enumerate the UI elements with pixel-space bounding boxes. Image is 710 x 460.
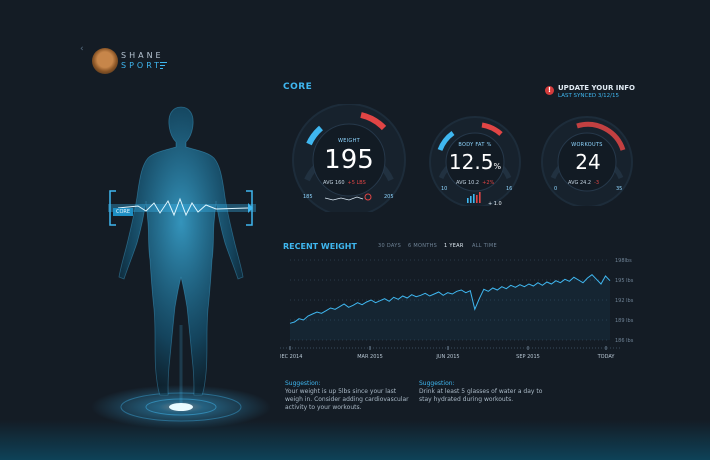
x-tick-label: JUN 2015	[435, 354, 459, 360]
y-tick-label: 192 lbs	[615, 298, 634, 304]
workouts-label: WORKOUTS	[571, 142, 603, 148]
tab-1-year[interactable]: 1 YEAR	[444, 243, 464, 249]
bear-avatar-logo[interactable]	[92, 48, 118, 74]
body-fat-max: 16	[506, 186, 513, 192]
body-fat-min: 10	[441, 186, 448, 192]
body-fat-value: 12.5%	[448, 150, 502, 174]
x-tick-label: MAR 2015	[357, 354, 383, 360]
body-fat-avg: AVG 10.2 +2%	[456, 180, 495, 186]
body-hologram	[91, 106, 271, 429]
tab-30-days[interactable]: 30 DAYS	[378, 243, 401, 249]
y-tick-label: 195 lbs	[615, 278, 634, 284]
back-chevron-icon[interactable]: ‹	[80, 44, 84, 54]
update-info-link[interactable]: UPDATE YOUR INFO	[558, 84, 635, 92]
suggestion-text-1: Your weight is up 5lbs since your last w…	[285, 388, 409, 411]
weight-avg: AVG 160 +5 LBS	[323, 180, 366, 186]
y-tick-label: 189 lbs	[615, 318, 634, 324]
weight-min: 185	[303, 194, 313, 200]
workouts-avg: AVG 24.2 -3	[568, 180, 600, 186]
suggestion-text-2: Drink at least 5 glasses of water a day …	[419, 388, 543, 403]
suggestion-title-2: Suggestion:	[419, 380, 455, 387]
y-tick-label: 186 lbs	[615, 338, 634, 344]
x-tick-label: DEC 2014	[280, 354, 302, 360]
brand-name-line2: SPORT	[121, 61, 163, 70]
y-tick-label: 198lbs	[615, 258, 632, 264]
x-tick-label: SEP 2015	[516, 354, 540, 360]
alert-icon[interactable]: !	[545, 86, 554, 95]
x-tick-label: TODAY	[597, 354, 616, 360]
body-fat-label: BODY FAT %	[458, 142, 492, 148]
recent-weight-chart: 198lbs 195 lbs 192 lbs 189 lbs 186 lbs DEC 20…	[280, 258, 634, 360]
menu-icon[interactable]	[160, 62, 167, 71]
body-core-tag[interactable]: CORE	[113, 208, 133, 216]
body-fat-change: + 1.0	[488, 201, 502, 207]
workouts-value: 24	[575, 150, 601, 174]
workouts-max: 35	[616, 186, 623, 192]
weight-value: 195	[324, 145, 374, 175]
floor-glow	[0, 420, 710, 460]
last-synced-text: LAST SYNCED 3/12/15	[558, 93, 620, 99]
workouts-min: 0	[554, 186, 558, 192]
section-title-core: CORE	[283, 82, 313, 92]
suggestion-title-1: Suggestion:	[285, 380, 321, 387]
weight-max: 205	[384, 194, 394, 200]
tab-all-time[interactable]: ALL TIME	[472, 243, 497, 249]
recent-weight-title: RECENT WEIGHT	[283, 242, 357, 251]
weight-label: WEIGHT	[337, 138, 361, 144]
tab-6-months[interactable]: 6 MONTHS	[408, 243, 437, 249]
brand-name-line1: SHANE	[121, 51, 164, 60]
